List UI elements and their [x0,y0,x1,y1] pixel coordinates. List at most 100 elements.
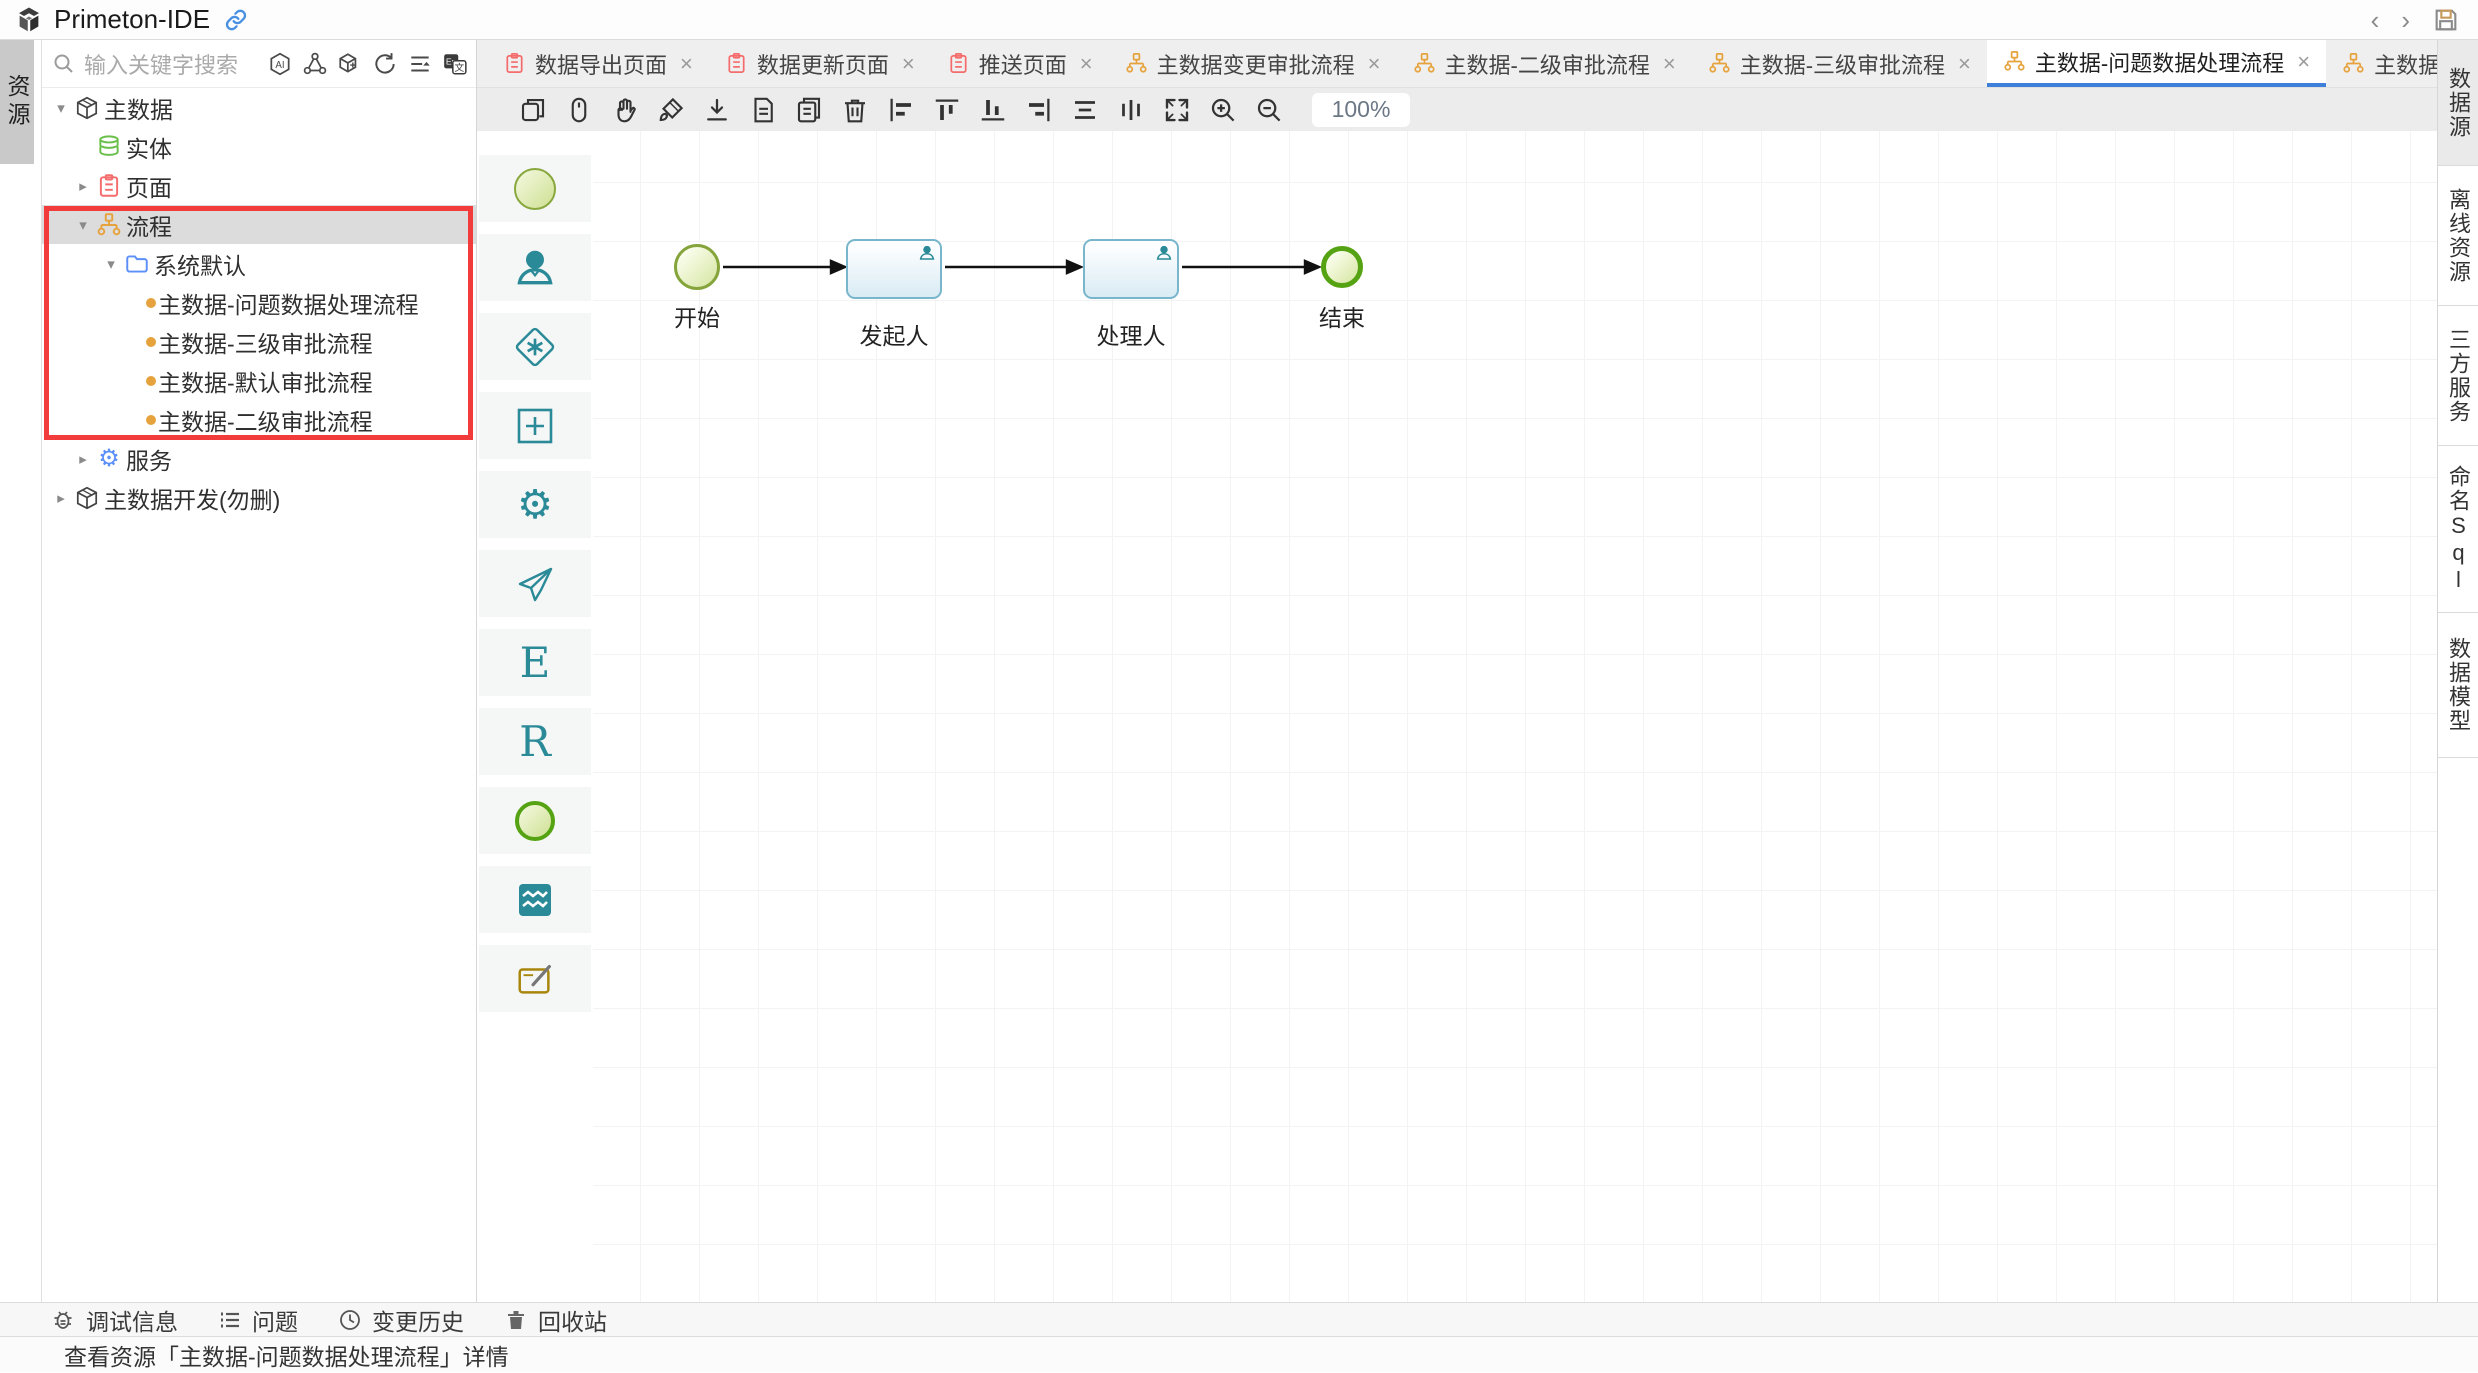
zoom-in-icon[interactable] [1208,95,1238,125]
window-controls: ‹ › [2371,0,2460,40]
document-icon[interactable] [748,95,778,125]
palette-end-event[interactable] [479,787,591,854]
chevron-down-icon[interactable]: ▾ [100,255,122,273]
chevron-right-icon[interactable]: ▸ [72,177,94,195]
tab-data-update-page[interactable]: 数据更新页面× [709,40,931,87]
rail-tab-named-sql[interactable]: 命名Sql [2438,446,2478,613]
send-task-icon [513,562,557,606]
cube-plus-icon[interactable] [337,51,363,77]
palette-send-task[interactable] [479,550,591,617]
tree-node-default-approval-flow[interactable]: 主数据-默认审批流程 [42,361,476,400]
tree-node-problem-data-flow[interactable]: 主数据-问题数据处理流程 [42,283,476,322]
palette-script-task[interactable] [479,866,591,933]
change-history-button[interactable]: 变更历史 [338,1303,464,1337]
tab-level2-approval-flow[interactable]: 主数据-二级审批流程× [1397,40,1692,87]
recycle-bin-button[interactable]: 回收站 [504,1303,607,1337]
align-right-icon[interactable] [1024,95,1054,125]
palette-service-task[interactable]: ⚙ [479,471,591,538]
flow-icon [1413,52,1436,75]
rail-tab-offline-resources[interactable]: 离线资源 [2438,166,2478,306]
link-icon[interactable] [222,6,250,34]
rail-tab-thirdparty-services[interactable]: 三方服务 [2438,306,2478,446]
copy-icon[interactable] [518,95,548,125]
chevron-right-icon[interactable]: ▸ [50,489,72,507]
close-icon[interactable]: × [680,51,693,77]
chevron-down-icon[interactable]: ▾ [72,216,94,234]
ai-icon[interactable]: AI [267,51,293,77]
bullet-icon [146,376,156,386]
tree-node-flows[interactable]: ▾ 流程 [42,205,476,244]
rail-tab-datasource[interactable]: 数据源 [2438,40,2478,166]
save-icon[interactable] [2432,6,2460,34]
user-task-node-handler[interactable] [1083,239,1179,299]
close-icon[interactable]: × [2297,49,2310,75]
mouse-icon[interactable] [564,95,594,125]
problems-button[interactable]: 问题 [218,1303,298,1337]
translate-icon[interactable]: En文 [442,51,468,77]
diagram-work-area: ⚙ E R [477,131,2437,1302]
close-icon[interactable]: × [902,51,915,77]
refresh-icon[interactable] [372,51,398,77]
hand-icon[interactable] [610,95,640,125]
tree-node-entity[interactable]: 实体 [42,127,476,166]
nav-forward-icon[interactable]: › [2401,7,2410,33]
resources-rail-tab[interactable]: 资源 [0,40,34,164]
user-task-node-initiator[interactable] [846,239,942,299]
copy-document-icon[interactable] [794,95,824,125]
person-icon [918,244,936,262]
tree-node-pages[interactable]: ▸ 页面 [42,166,476,205]
bpmn-palette: ⚙ E R [477,131,593,1302]
person-icon [1155,244,1173,262]
align-left-icon[interactable] [886,95,916,125]
tab-data-export-page[interactable]: 数据导出页面× [487,40,709,87]
zoom-out-icon[interactable] [1254,95,1284,125]
close-icon[interactable]: × [1080,51,1093,77]
palette-user-task[interactable] [479,234,591,301]
search-input[interactable]: 输入关键字搜索 [84,48,259,80]
palette-subprocess[interactable] [479,392,591,459]
tab-default-approval-flow[interactable]: 主数据-默认审批流程× [2326,40,2437,87]
debug-info-button[interactable]: 调试信息 [52,1303,178,1337]
tree-node-system-default[interactable]: ▾ 系统默认 [42,244,476,283]
close-icon[interactable]: × [1958,51,1971,77]
zoom-level-indicator[interactable]: 100% [1312,93,1410,127]
tab-push-page[interactable]: 推送页面× [931,40,1109,87]
status-bar: 查看资源「主数据-问题数据处理流程」详情 [0,1336,2478,1372]
align-center-vertical-icon[interactable] [1116,95,1146,125]
brush-icon[interactable] [656,95,686,125]
tree-node-masterdata-dev[interactable]: ▸ 主数据开发(勿删) [42,478,476,517]
download-icon[interactable] [702,95,732,125]
flow-canvas[interactable]: 开始 发起人 处理人 结束 [593,131,2437,1302]
close-icon[interactable]: × [1663,51,1676,77]
close-icon[interactable]: × [1368,51,1381,77]
tree-node-masterdata[interactable]: ▾ 主数据 [42,88,476,127]
palette-gateway[interactable] [479,313,591,380]
title-bar: Primeton-IDE ‹ › [0,0,2478,40]
chevron-right-icon[interactable]: ▸ [72,450,94,468]
tree-node-level2-approval-flow[interactable]: 主数据-二级审批流程 [42,400,476,439]
main-content-row: 资源 输入关键字搜索 AI En文 ▾ 主数据 [0,40,2478,1302]
chevron-down-icon[interactable]: ▾ [50,99,72,117]
tab-change-approval-flow[interactable]: 主数据变更审批流程× [1109,40,1397,87]
delete-icon[interactable] [840,95,870,125]
palette-note[interactable] [479,945,591,1012]
share-nodes-icon[interactable] [302,51,328,77]
align-center-horizontal-icon[interactable] [1070,95,1100,125]
tree-node-level3-approval-flow[interactable]: 主数据-三级审批流程 [42,322,476,361]
tab-level3-approval-flow[interactable]: 主数据-三级审批流程× [1692,40,1987,87]
palette-start-event[interactable] [479,155,591,222]
align-top-icon[interactable] [932,95,962,125]
palette-entity[interactable]: E [479,629,591,696]
sort-filter-icon[interactable] [407,51,433,77]
end-event-node[interactable] [1321,246,1363,288]
page-icon [503,52,526,75]
app-title: Primeton-IDE [54,4,210,35]
tree-node-services[interactable]: ▸ ⚙ 服务 [42,439,476,478]
tab-problem-data-flow[interactable]: 主数据-问题数据处理流程× [1987,40,2326,87]
start-event-node[interactable] [674,244,720,290]
nav-back-icon[interactable]: ‹ [2371,7,2380,33]
rail-tab-data-model[interactable]: 数据模型 [2438,613,2478,758]
align-bottom-icon[interactable] [978,95,1008,125]
fit-screen-icon[interactable] [1162,95,1192,125]
palette-rule[interactable]: R [479,708,591,775]
